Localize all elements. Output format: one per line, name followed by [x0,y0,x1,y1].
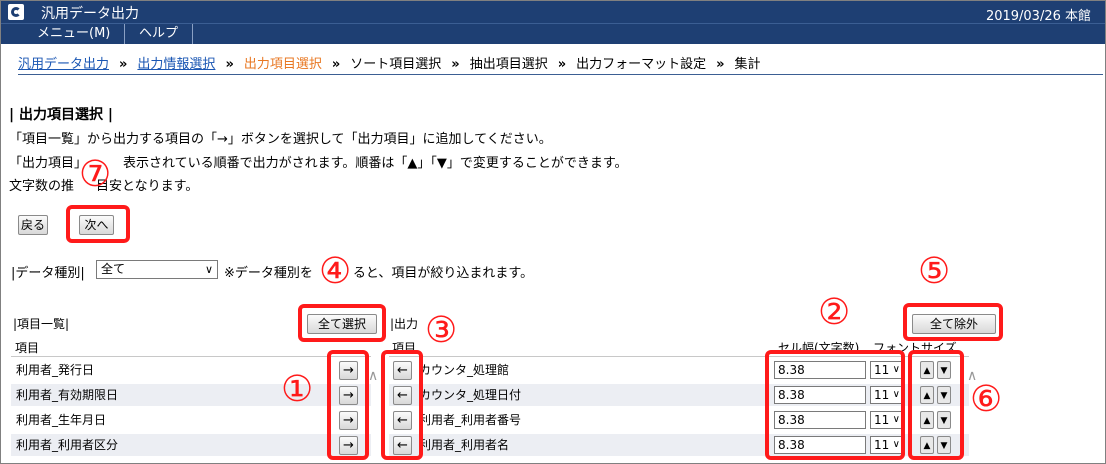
breadcrumb-step-4: ソート項目選択 [350,57,442,72]
instruction-line-1: 「項目一覧」から出力する項目の「→」ボタンを選択して「出力項目」に追加してくださ… [9,132,552,147]
output-item-label: カウンタ_処理館 [419,363,510,377]
list-item: 利用者_有効期限日 [11,384,371,406]
instruction-line-2-part-b: 表示されている順番で出力がされます。順番は「▲」「▼」で変更することができます。 [123,156,628,171]
callout-2: ② [818,292,851,333]
source-item-label: 利用者_有効期限日 [16,388,119,402]
highlight-add-buttons [327,350,369,460]
callout-4: ④ [319,251,352,292]
source-column-header: 項目 [15,341,40,355]
instruction-line-3-part-b: 目安となります。 [96,179,199,194]
breadcrumb-step-1[interactable]: 汎用データ出力 [18,57,109,72]
breadcrumb: 汎用データ出力 » 出力情報選択 » 出力項目選択 » ソート項目選択 » 抽出項目選択 » 出力フ… [18,53,761,72]
breadcrumb-separator: » [716,57,725,72]
list-item: 利用者_発行日 [11,359,371,381]
filter-note-part-b: ると、項目が絞り込まれます。 [352,266,534,281]
source-item-label: 利用者_生年月日 [16,413,107,427]
list-item: 利用者_生年月日 [11,409,371,431]
data-type-selected: 全て [101,262,126,276]
breadcrumb-separator: » [451,57,460,72]
breadcrumb-separator: » [119,57,128,72]
source-list-label: |項目一覧| [13,317,70,331]
output-item-label: 利用者_利用者番号 [419,413,522,427]
filter-note-part-a: ※データ種別を [224,266,313,281]
callout-3: ③ [425,310,458,351]
highlight-order-buttons [908,350,964,460]
data-type-label: |データ種別| [11,266,85,281]
output-list-label: |出力 [390,317,419,331]
breadcrumb-step-7: 集計 [734,57,761,72]
menu-item-help[interactable]: ヘルプ [125,24,194,44]
list-item: 利用者_利用者区分 [11,434,371,456]
highlight-next-button [66,205,130,243]
callout-5: ⑤ [918,251,951,292]
date-location: 2019/03/26 本館 [985,9,1091,24]
highlight-width-font [765,350,905,460]
breadcrumb-step-6: 出力フォーマット設定 [576,57,707,72]
menu-item-menu[interactable]: メニュー(M) [23,24,126,44]
scroll-up-icon[interactable]: ∧ [368,368,378,384]
page-title: | 出力項目選択 | [9,107,113,123]
breadcrumb-step-5: 抽出項目選択 [469,57,548,72]
source-item-label: 利用者_発行日 [16,363,95,377]
breadcrumb-separator: » [331,57,341,72]
window-title: 汎用データ出力 [41,6,139,22]
callout-7: ⑦ [79,154,112,195]
breadcrumb-separator: » [557,57,567,72]
highlight-remove-buttons [381,350,423,460]
filter-note: ※データ種別を ると、項目が絞り込まれます。 [224,262,533,281]
breadcrumb-step-2[interactable]: 出力情報選択 [137,57,215,72]
chevron-down-icon: ∨ [204,263,213,276]
source-header-rule [11,356,371,357]
menu-bar: メニュー(M) ヘルプ [1,23,1105,44]
breadcrumb-divider [18,74,1103,75]
breadcrumb-separator: » [225,57,234,72]
callout-1: ① [281,369,314,410]
output-item-label: カウンタ_処理日付 [419,388,522,402]
instruction-line-2-part-a: 「出力項目」 [9,156,88,171]
highlight-remove-all [903,303,1003,341]
highlight-select-all [298,304,386,342]
instruction-line-3-part-a: 文字数の推 [9,179,75,194]
output-item-label: 利用者_利用者名 [419,438,510,452]
data-type-select[interactable]: 全て ∨ [96,260,218,279]
back-button[interactable]: 戻る [18,215,48,235]
source-item-label: 利用者_利用者区分 [16,438,119,452]
callout-6: ⑥ [970,379,1003,420]
breadcrumb-step-current: 出力項目選択 [243,57,322,72]
title-bar: 汎用データ出力 2019/03/26 本館 [1,1,1105,24]
app-logo-icon [8,4,24,20]
